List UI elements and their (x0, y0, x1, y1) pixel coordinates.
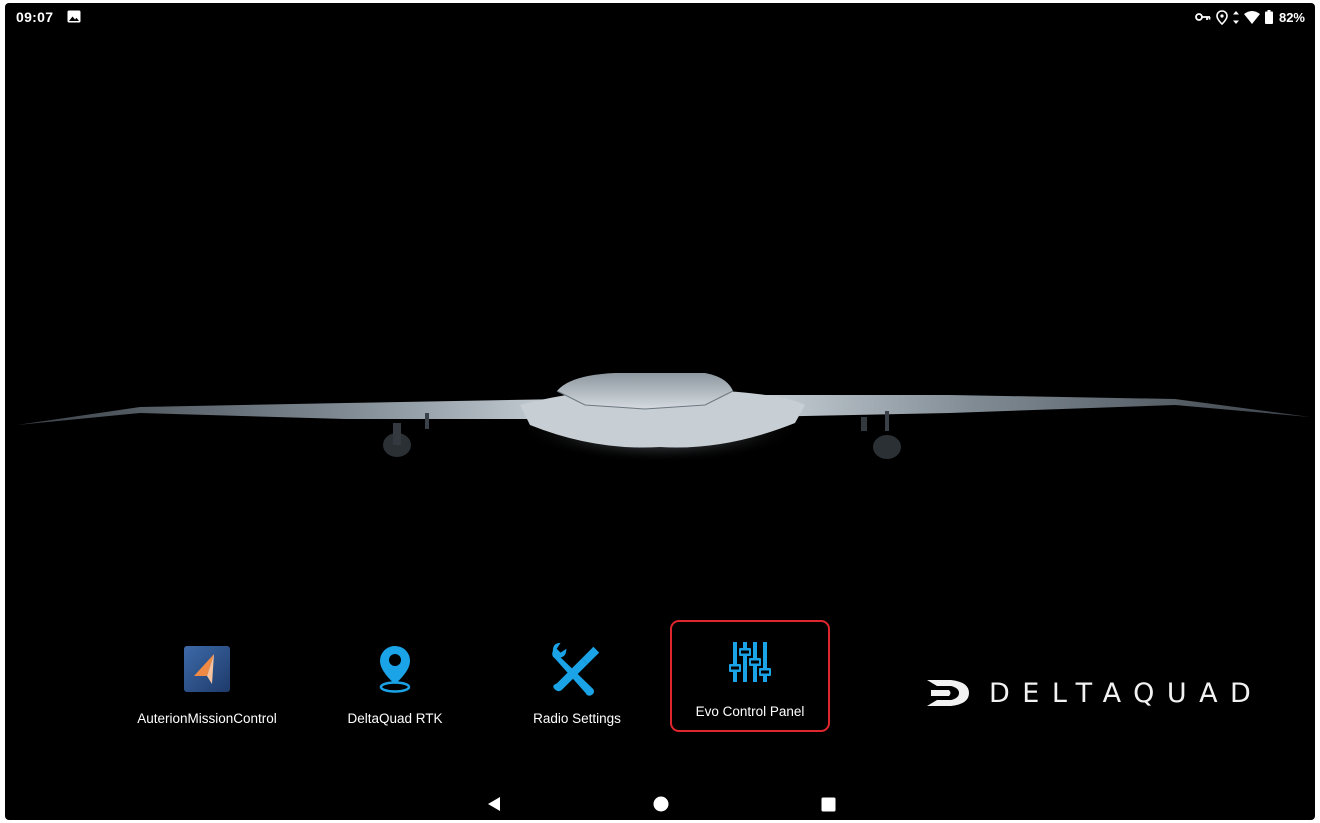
deltaquad-logo-mark (927, 680, 969, 706)
app-deltaquad-rtk[interactable]: DeltaQuad RTK (320, 627, 470, 737)
wrench-screwdriver-icon (549, 641, 605, 697)
recents-icon (821, 797, 835, 811)
app-label: Evo Control Panel (695, 704, 805, 719)
home-icon (653, 796, 669, 812)
app-label: AuterionMissionControl (137, 711, 277, 726)
app-auterion-mission-control[interactable]: AuterionMissionControl (132, 627, 282, 737)
home-button[interactable] (651, 794, 671, 814)
app-evo-control-panel[interactable]: Evo Control Panel (670, 620, 830, 732)
navigation-bar (5, 786, 1315, 820)
recents-button[interactable] (818, 794, 838, 814)
brand-text: DELTAQUAD (989, 677, 1264, 709)
app-label: DeltaQuad RTK (347, 711, 443, 726)
app-radio-settings[interactable]: Radio Settings (502, 627, 652, 737)
app-label: Radio Settings (533, 711, 621, 726)
vpn-key-icon (1195, 12, 1211, 22)
gallery-icon (67, 10, 81, 23)
data-arrows-icon (1232, 10, 1239, 24)
status-icons: 82% (1195, 9, 1305, 25)
status-bar: 09:07 82% (5, 3, 1315, 33)
battery-percent: 82% (1278, 9, 1305, 25)
battery-icon (1264, 10, 1273, 24)
back-icon (488, 797, 500, 811)
wifi-icon (1243, 10, 1260, 24)
location-pin-icon (367, 641, 423, 697)
drone-hero-image (5, 333, 1315, 483)
location-icon (1216, 9, 1228, 25)
auterion-mission-control-icon (179, 641, 235, 697)
home-screen: 09:07 82% AuterionMissionControl DeltaQu… (5, 3, 1315, 820)
status-time: 09:07 (16, 9, 54, 25)
sliders-icon (722, 634, 778, 690)
deltaquad-logo: DELTAQUAD (925, 675, 1263, 711)
back-button[interactable] (484, 794, 504, 814)
